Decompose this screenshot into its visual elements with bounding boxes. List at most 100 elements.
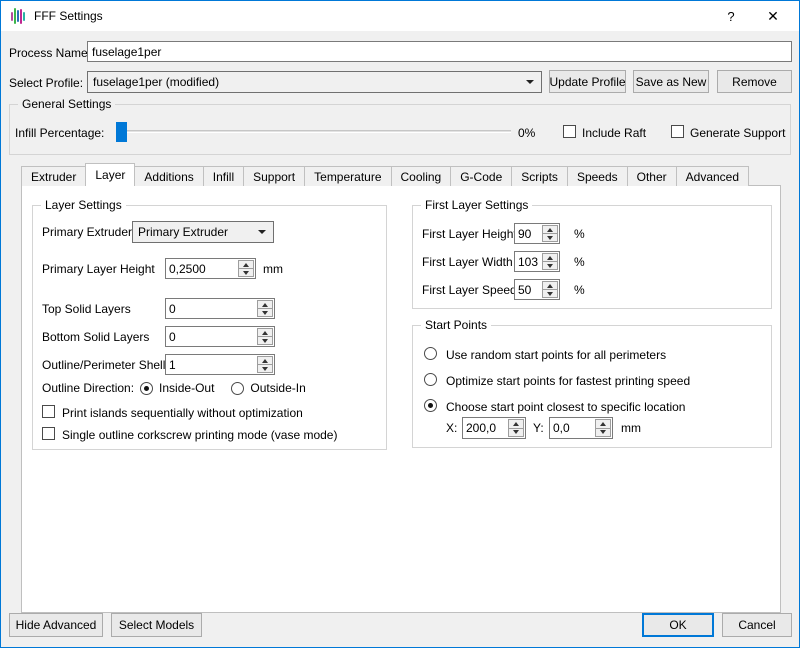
spin-up-arrow[interactable]: [258, 329, 272, 337]
outside-in-radio[interactable]: [231, 382, 244, 395]
update-profile-button[interactable]: Update Profile: [549, 70, 626, 93]
generate-support-checkbox[interactable]: [671, 125, 684, 138]
primary-layer-height-value: 0,2500: [166, 259, 237, 278]
spinner-buttons: [508, 419, 524, 437]
tab-layer[interactable]: Layer: [85, 163, 135, 186]
tab-gcode[interactable]: G-Code: [450, 166, 512, 186]
start-x-label: X:: [446, 421, 457, 435]
spin-up-arrow[interactable]: [239, 261, 253, 269]
include-raft-checkbox[interactable]: [563, 125, 576, 138]
start-x-spinner[interactable]: 200,0: [462, 417, 526, 439]
spinner-buttons: [542, 225, 558, 242]
top-solid-layers-label: Top Solid Layers: [42, 302, 131, 316]
primary-layer-height-label: Primary Layer Height: [42, 262, 155, 276]
tab-extruder[interactable]: Extruder: [21, 166, 86, 186]
outline-shells-spinner[interactable]: 1: [165, 354, 275, 375]
process-name-label: Process Name:: [9, 46, 91, 60]
settings-tab-bar: Extruder Layer Additions Infill Support …: [21, 163, 748, 186]
first-layer-height-label: First Layer Height: [422, 227, 517, 241]
first-layer-speed-unit: %: [574, 283, 585, 297]
inside-out-radio[interactable]: [140, 382, 153, 395]
save-as-new-button[interactable]: Save as New: [633, 70, 709, 93]
spinner-buttons: [238, 260, 254, 277]
first-layer-height-unit: %: [574, 227, 585, 241]
help-button[interactable]: ?: [711, 1, 751, 31]
primary-extruder-label: Primary Extruder: [42, 225, 132, 239]
optimize-start-points-radio[interactable]: [424, 373, 437, 386]
general-settings-legend: General Settings: [18, 97, 115, 111]
primary-layer-height-spinner[interactable]: 0,2500: [165, 258, 256, 279]
bottom-solid-layers-label: Bottom Solid Layers: [42, 330, 149, 344]
close-icon[interactable]: ✕: [753, 1, 793, 31]
process-name-input[interactable]: fuselage1per: [87, 41, 792, 62]
tab-advanced[interactable]: Advanced: [676, 166, 749, 186]
infill-slider-track[interactable]: [119, 130, 511, 133]
first-layer-width-spinner[interactable]: 103: [514, 251, 560, 272]
spinner-buttons: [542, 253, 558, 270]
first-layer-width-value: 103: [515, 252, 541, 271]
spin-down-arrow[interactable]: [543, 234, 557, 241]
tab-temperature[interactable]: Temperature: [304, 166, 391, 186]
spin-down-arrow[interactable]: [258, 365, 272, 372]
spin-up-arrow[interactable]: [258, 357, 272, 365]
title-bar: FFF Settings ? ✕: [1, 1, 799, 31]
print-islands-label: Print islands sequentially without optim…: [62, 406, 303, 420]
first-layer-speed-spinner[interactable]: 50: [514, 279, 560, 300]
window-title: FFF Settings: [34, 9, 103, 23]
outline-direction-row: Outline Direction: Inside-Out Outside-In: [42, 380, 306, 396]
spin-up-arrow[interactable]: [258, 301, 272, 309]
start-points-legend: Start Points: [421, 318, 491, 332]
spin-up-arrow[interactable]: [543, 282, 557, 290]
hide-advanced-button[interactable]: Hide Advanced: [9, 613, 103, 637]
first-layer-height-spinner[interactable]: 90: [514, 223, 560, 244]
spin-up-arrow[interactable]: [543, 254, 557, 262]
cancel-button[interactable]: Cancel: [722, 613, 792, 637]
select-models-button[interactable]: Select Models: [111, 613, 202, 637]
first-layer-speed-label: First Layer Speed: [422, 283, 517, 297]
spin-up-arrow[interactable]: [543, 226, 557, 234]
spin-up-arrow[interactable]: [509, 420, 523, 429]
outline-direction-label: Outline Direction:: [42, 381, 134, 395]
bottom-solid-layers-spinner[interactable]: 0: [165, 326, 275, 347]
tab-other[interactable]: Other: [627, 166, 677, 186]
spin-down-arrow[interactable]: [596, 429, 610, 437]
primary-extruder-value: Primary Extruder: [138, 225, 228, 239]
start-xy-unit: mm: [621, 421, 641, 435]
infill-percentage-value: 0%: [518, 126, 535, 140]
tab-scripts[interactable]: Scripts: [511, 166, 568, 186]
spin-down-arrow[interactable]: [258, 309, 272, 316]
top-solid-layers-value: 0: [166, 299, 256, 318]
include-raft-label: Include Raft: [582, 126, 646, 140]
ok-button[interactable]: OK: [642, 613, 714, 637]
primary-extruder-select[interactable]: Primary Extruder: [132, 221, 274, 243]
tab-infill[interactable]: Infill: [203, 166, 244, 186]
spin-up-arrow[interactable]: [596, 420, 610, 429]
start-x-value: 200,0: [463, 418, 507, 438]
tab-support[interactable]: Support: [243, 166, 305, 186]
infill-percentage-label: Infill Percentage:: [15, 126, 104, 140]
start-y-spinner[interactable]: 0,0: [549, 417, 613, 439]
spin-down-arrow[interactable]: [543, 262, 557, 269]
layer-tab-panel: Layer Settings Primary Extruder Primary …: [21, 185, 781, 613]
top-solid-layers-spinner[interactable]: 0: [165, 298, 275, 319]
vase-mode-checkbox[interactable]: [42, 427, 55, 440]
remove-button[interactable]: Remove: [717, 70, 792, 93]
spin-down-arrow[interactable]: [239, 269, 253, 276]
profile-select[interactable]: fuselage1per (modified): [87, 71, 542, 93]
start-y-label: Y:: [533, 421, 544, 435]
first-layer-settings-legend: First Layer Settings: [421, 198, 532, 212]
spin-down-arrow[interactable]: [258, 337, 272, 344]
random-start-points-radio[interactable]: [424, 347, 437, 360]
tab-cooling[interactable]: Cooling: [391, 166, 452, 186]
outline-shells-value: 1: [166, 355, 256, 374]
infill-slider-handle[interactable]: [116, 122, 127, 142]
tab-speeds[interactable]: Speeds: [567, 166, 628, 186]
fff-settings-dialog: FFF Settings ? ✕ Process Name: fuselage1…: [0, 0, 800, 648]
spinner-buttons: [257, 300, 273, 317]
tab-additions[interactable]: Additions: [134, 166, 203, 186]
closest-start-point-radio[interactable]: [424, 399, 437, 412]
spin-down-arrow[interactable]: [543, 290, 557, 297]
bottom-solid-layers-value: 0: [166, 327, 256, 346]
print-islands-checkbox[interactable]: [42, 405, 55, 418]
spin-down-arrow[interactable]: [509, 429, 523, 437]
